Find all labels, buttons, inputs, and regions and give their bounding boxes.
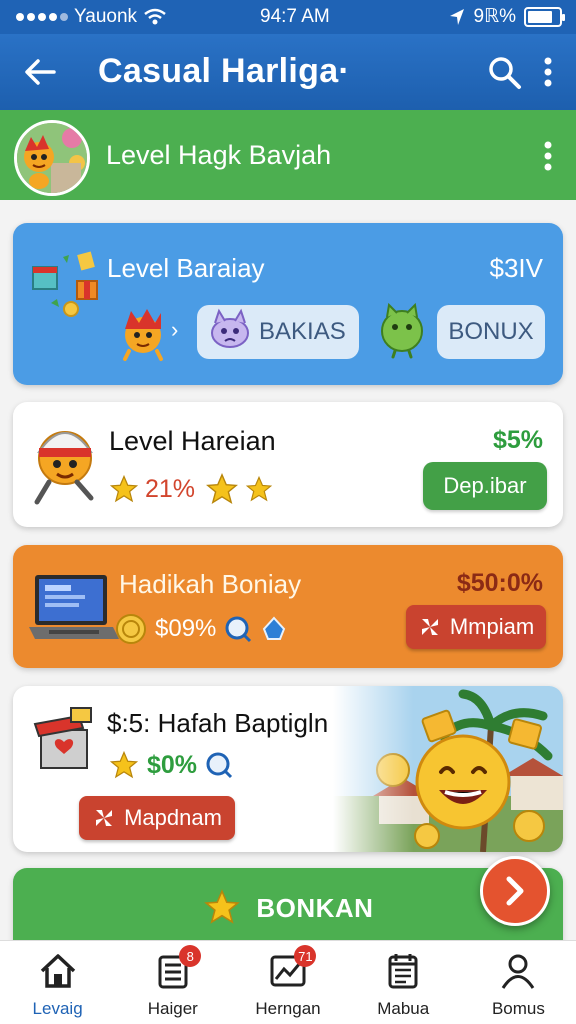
stat-percent: $0% bbox=[147, 750, 198, 779]
nav-label: Mabua bbox=[377, 999, 430, 1018]
coin-icon bbox=[116, 614, 146, 644]
bottom-nav: Levaig 8 Haiger 71 Herngan Mabua Bomus bbox=[0, 940, 576, 1024]
back-button[interactable] bbox=[20, 52, 60, 92]
status-right: 9ℝ% bbox=[449, 5, 565, 28]
pinwheel-icon bbox=[421, 619, 438, 635]
app-title: Casual Harliga· bbox=[98, 52, 351, 90]
level-avatar bbox=[14, 120, 90, 196]
status-bar: Yauonk 94:7 AM 9ℝ% bbox=[0, 0, 576, 34]
wifi-icon bbox=[144, 8, 166, 25]
star-icon bbox=[245, 475, 273, 502]
nav-label: Haiger bbox=[147, 999, 198, 1018]
card-stat: 21% bbox=[109, 472, 273, 506]
nav-item-herngan[interactable]: 71 Herngan bbox=[230, 941, 345, 1024]
level-card-4[interactable]: $:5: Hafah Baptigln $0% Mapdnam bbox=[13, 686, 563, 852]
runner-character-icon bbox=[34, 431, 94, 505]
deposit-button[interactable]: Dep.ibar bbox=[423, 462, 547, 510]
next-fab-button[interactable] bbox=[480, 856, 550, 926]
notification-badge: 8 bbox=[179, 945, 202, 967]
signal-icon bbox=[16, 13, 68, 21]
battery-icon bbox=[524, 6, 565, 27]
card-price: $3IV bbox=[489, 253, 544, 283]
status-time: 94:7 AM bbox=[260, 6, 330, 27]
magnifier-icon bbox=[225, 616, 252, 643]
battery-percent: 9ℝ% bbox=[473, 6, 516, 27]
back-arrow-icon bbox=[25, 59, 56, 85]
nav-label: Herngan bbox=[255, 999, 321, 1018]
more-vert-icon bbox=[544, 57, 552, 87]
card-title: Hadikah Boniay bbox=[119, 569, 302, 599]
character-icon bbox=[123, 309, 163, 361]
chevron-right-icon bbox=[506, 876, 524, 906]
laptop-icon bbox=[29, 575, 119, 639]
card-stat: $09% bbox=[115, 613, 288, 645]
card-stat: $0% bbox=[109, 750, 233, 780]
level-header-title: Level Hagk Bavjah bbox=[106, 140, 332, 170]
frog-icon bbox=[381, 302, 423, 359]
card-title: Level Baraiay bbox=[107, 253, 265, 283]
star-icon bbox=[109, 750, 139, 779]
star-icon bbox=[206, 473, 239, 504]
home-icon bbox=[40, 954, 75, 988]
card-title: Level Hareian bbox=[109, 426, 276, 456]
search-button[interactable] bbox=[484, 52, 524, 92]
monster-icon bbox=[211, 308, 249, 348]
carrier-name: Yauonk bbox=[74, 6, 138, 27]
nav-item-haiger[interactable]: 8 Haiger bbox=[115, 941, 230, 1024]
star-icon bbox=[203, 889, 240, 924]
level-more-button[interactable] bbox=[534, 136, 562, 176]
app-bar: Casual Harliga· bbox=[0, 34, 576, 110]
search-icon bbox=[489, 57, 521, 89]
magnifier-icon bbox=[206, 752, 233, 779]
stat-percent: 21% bbox=[145, 474, 196, 503]
nav-item-levaig[interactable]: Levaig bbox=[0, 941, 115, 1024]
level-card-3[interactable]: Hadikah Boniay $50:0% $09% Mmpiam bbox=[13, 545, 563, 668]
nav-item-mabua[interactable]: Mabua bbox=[346, 941, 461, 1024]
more-vert-icon bbox=[544, 141, 552, 171]
nav-label: Bomus bbox=[491, 999, 545, 1018]
status-left: Yauonk bbox=[16, 6, 167, 28]
chevron-right-icon: › bbox=[171, 317, 179, 342]
bell-icon bbox=[263, 616, 286, 640]
calendar-icon bbox=[388, 954, 418, 989]
button-label: Mmpiam bbox=[449, 614, 535, 639]
chip-bonux[interactable]: BONUX bbox=[437, 305, 545, 359]
character-avatar-image bbox=[17, 123, 87, 193]
card-price: $50:0% bbox=[456, 569, 543, 597]
bonkan-button[interactable]: BONKAN bbox=[13, 868, 563, 944]
location-icon bbox=[450, 8, 465, 25]
star-icon bbox=[109, 474, 139, 503]
more-options-button[interactable] bbox=[534, 52, 562, 92]
resort-scene-image bbox=[333, 686, 563, 852]
notification-badge: 71 bbox=[294, 945, 317, 967]
chip-label: BONUX bbox=[448, 318, 534, 345]
level-card-2[interactable]: Level Hareian $5% 21% Dep.ibar bbox=[13, 402, 563, 527]
level-header[interactable]: Level Hagk Bavjah bbox=[0, 110, 576, 200]
card-price: $5% bbox=[492, 426, 543, 454]
gifts-icon bbox=[32, 251, 98, 317]
mmpiam-button[interactable]: Mmpiam bbox=[406, 605, 546, 649]
card-title: $:5: Hafah Baptigln bbox=[107, 708, 329, 738]
cta-label: BONKAN bbox=[256, 893, 374, 923]
level-card-1[interactable]: Level Baraiay $3IV › BAKIAS BONUX bbox=[13, 223, 563, 385]
stat-percent: $09% bbox=[155, 615, 217, 642]
nav-label: Levaig bbox=[32, 999, 83, 1018]
chip-label: BAKIAS bbox=[259, 318, 346, 345]
nav-item-bomus[interactable]: Bomus bbox=[461, 941, 576, 1024]
pinwheel-icon bbox=[96, 810, 113, 826]
button-label: Mapdnam bbox=[124, 805, 222, 830]
profile-icon bbox=[502, 954, 535, 989]
gift-box-icon bbox=[33, 707, 92, 769]
mapdnam-button[interactable]: Mapdnam bbox=[79, 796, 235, 840]
